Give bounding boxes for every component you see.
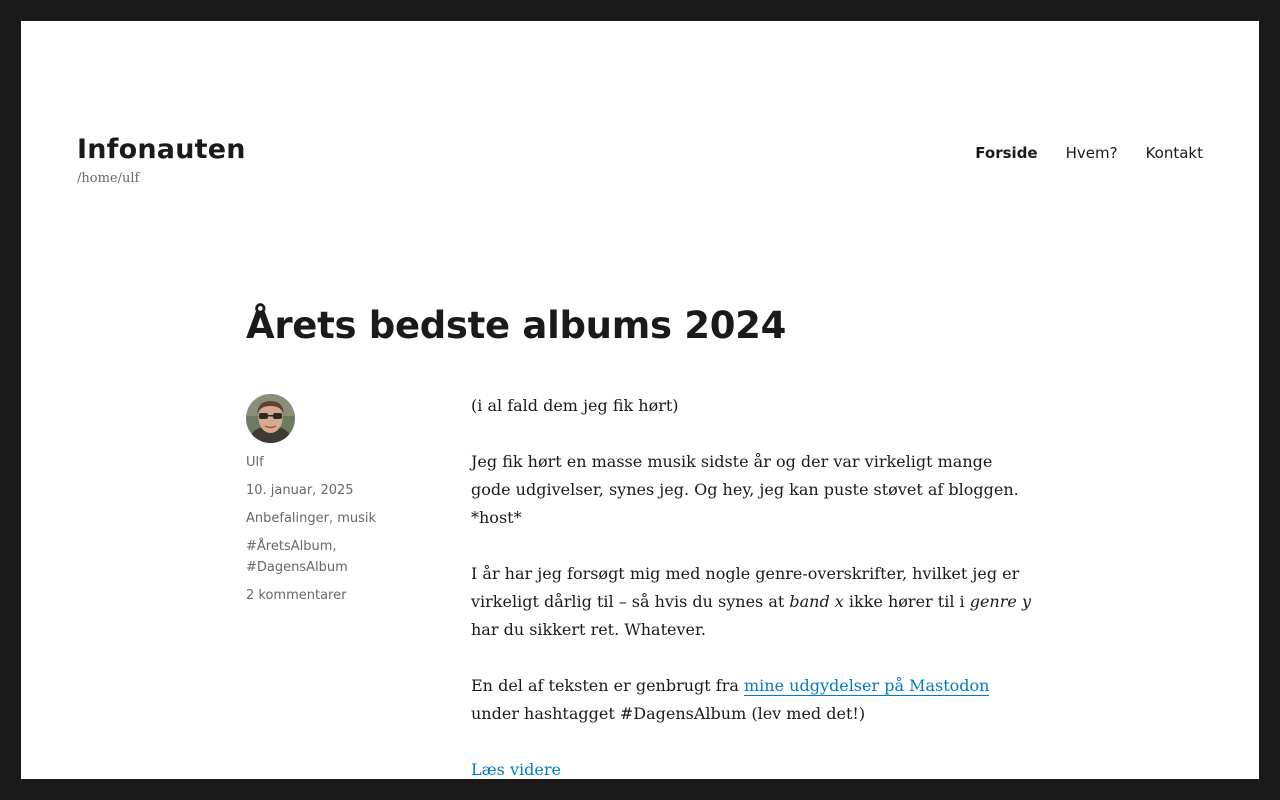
post-title[interactable]: Årets bedste albums 2024	[246, 299, 786, 353]
tag-link-dagensalbum[interactable]: #DagensAlbum	[246, 557, 436, 578]
site-branding: Infonauten /home/ulf	[77, 131, 246, 186]
main-navigation: Forside Hvem? Kontakt	[975, 144, 1203, 162]
paragraph-text: under hashtagget #DagensAlbum (lev med d…	[471, 704, 866, 723]
category-link-anbefalinger[interactable]: Anbefalinger	[246, 511, 329, 526]
author-avatar[interactable]	[246, 394, 295, 443]
page: Infonauten /home/ulf Forside Hvem? Konta…	[21, 21, 1259, 779]
emphasis-band: band x	[789, 592, 844, 611]
paragraph-text: ikke hører til i	[843, 592, 970, 611]
category-link-musik[interactable]: musik	[337, 511, 376, 526]
content-paragraph: Jeg fik hørt en masse musik sidste år og…	[471, 452, 1019, 527]
post-meta: Ulf 10. januar, 2025 Anbefalinger, musik…	[246, 394, 436, 613]
tag-link-aretsalbum[interactable]: #ÅretsAlbum,	[246, 536, 436, 557]
content-paragraph: (i al fald dem jeg fik hørt)	[471, 396, 679, 415]
author-link[interactable]: Ulf	[246, 455, 264, 470]
avatar-image	[246, 394, 295, 443]
paragraph-text: En del af teksten er genbrugt fra	[471, 676, 744, 695]
tags-item: #ÅretsAlbum, #DagensAlbum	[246, 536, 436, 578]
emphasis-genre: genre y	[969, 592, 1031, 611]
content-paragraph: I år har jeg forsøgt mig med nogle genre…	[471, 560, 1036, 644]
site-title-link[interactable]: Infonauten	[77, 131, 246, 169]
author-name-item: Ulf	[246, 452, 436, 473]
content-paragraph: En del af teksten er genbrugt fra mine u…	[471, 672, 1036, 728]
nav-item-hvem[interactable]: Hvem?	[1066, 144, 1118, 162]
nav-item-kontakt[interactable]: Kontakt	[1146, 144, 1203, 162]
category-separator: ,	[328, 511, 338, 526]
site-description: /home/ulf	[77, 171, 140, 186]
comments-link[interactable]: 2 kommentarer	[246, 588, 346, 603]
post-content: (i al fald dem jeg fik hørt) Jeg fik hør…	[471, 392, 1036, 779]
paragraph-text: har du sikkert ret. Whatever.	[471, 620, 706, 639]
read-more-paragraph: Læs videre	[471, 756, 1036, 779]
post-date-item: 10. januar, 2025	[246, 480, 436, 501]
read-more-link[interactable]: Læs videre	[471, 760, 561, 779]
comments-item: 2 kommentarer	[246, 585, 436, 606]
mastodon-link[interactable]: mine udgydelser på Mastodon	[744, 676, 989, 695]
nav-item-forside[interactable]: Forside	[975, 144, 1037, 162]
site-header: Infonauten /home/ulf Forside Hvem? Konta…	[77, 131, 1203, 186]
categories-item: Anbefalinger, musik	[246, 508, 436, 529]
post-date-link[interactable]: 10. januar, 2025	[246, 483, 354, 498]
